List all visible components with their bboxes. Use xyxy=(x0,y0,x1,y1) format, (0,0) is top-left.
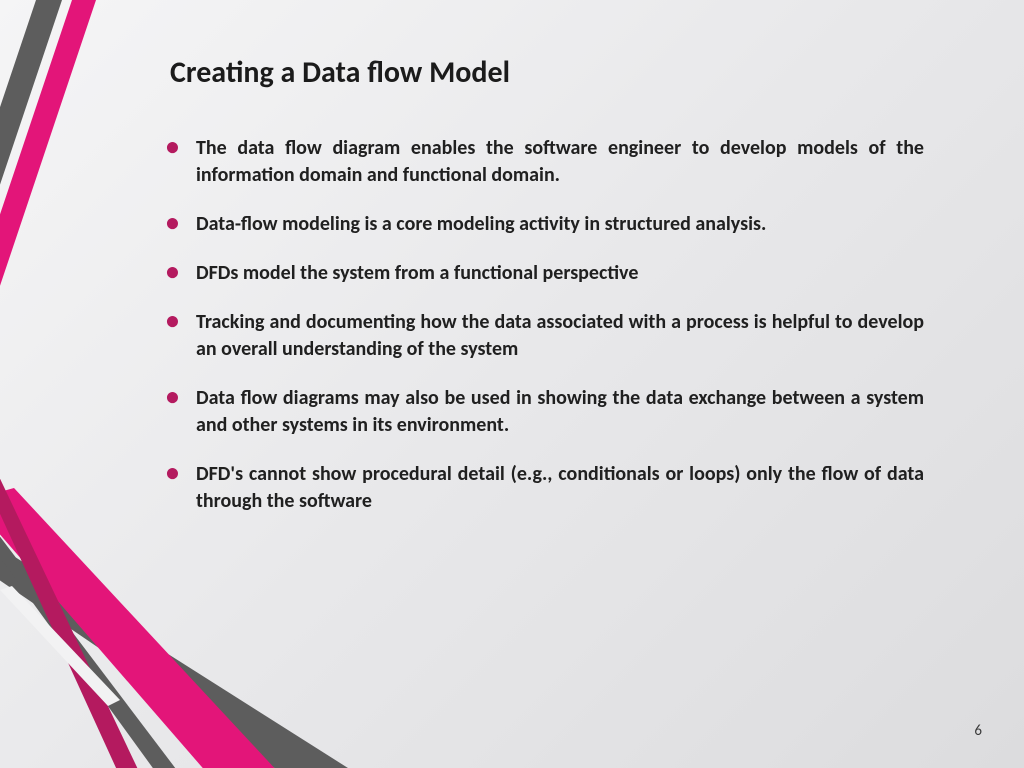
list-item: Data flow diagrams may also be used in s… xyxy=(160,385,924,439)
page-number: 6 xyxy=(974,722,982,740)
list-item: Data-flow modeling is a core modeling ac… xyxy=(160,211,924,238)
list-item: DFD's cannot show procedural detail (e.g… xyxy=(160,461,924,515)
list-item: The data flow diagram enables the softwa… xyxy=(160,135,924,189)
slide-title: Creating a Data flow Model xyxy=(170,54,924,91)
bullet-list: The data flow diagram enables the softwa… xyxy=(160,135,924,515)
list-item: DFDs model the system from a functional … xyxy=(160,260,924,287)
slide-content: Creating a Data flow Model The data flow… xyxy=(0,0,1024,515)
list-item: Tracking and documenting how the data as… xyxy=(160,309,924,363)
